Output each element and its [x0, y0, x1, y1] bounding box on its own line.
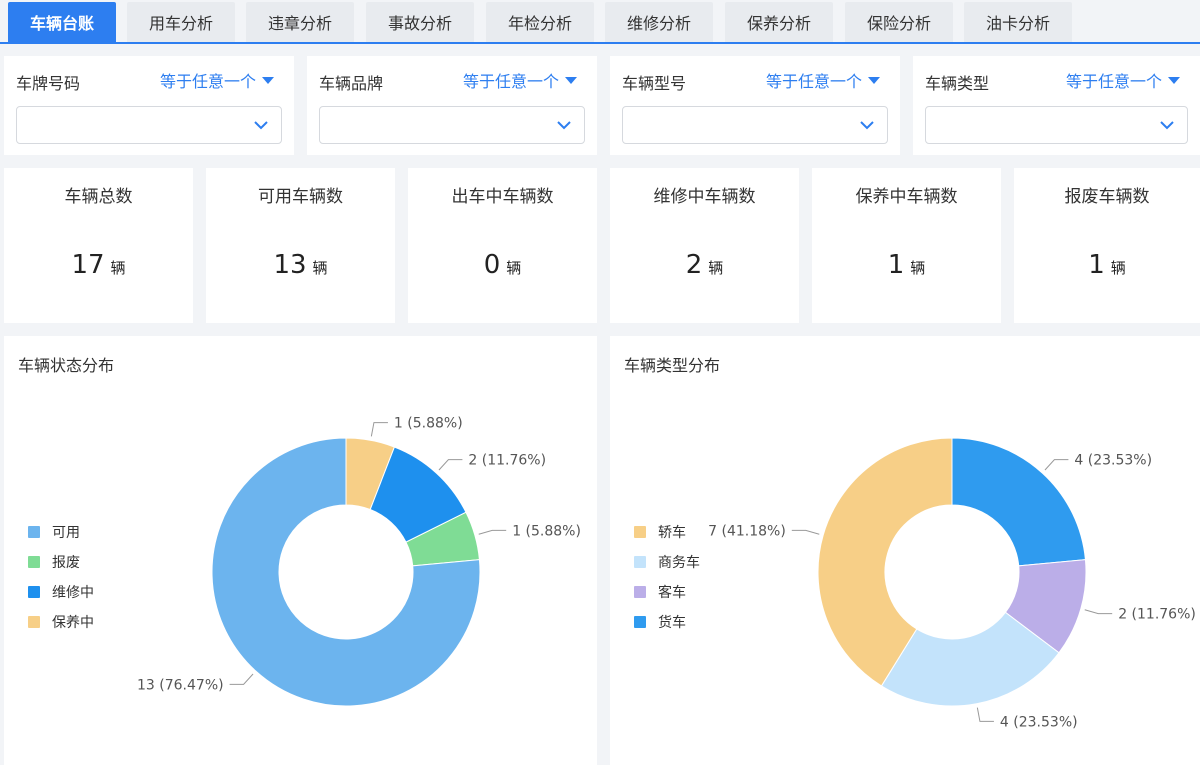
kpi-out-vehicles: 出车中车辆数 0辆: [408, 168, 597, 323]
kpi-unit: 辆: [506, 259, 522, 277]
kpi-title: 可用车辆数: [258, 187, 343, 207]
tab-usage-analysis[interactable]: 用车分析: [127, 2, 235, 42]
slice-data-label: 2 (11.76%): [1118, 607, 1196, 623]
kpi-unit: 辆: [708, 259, 724, 277]
kpi-repair-vehicles: 维修中车辆数 2辆: [610, 168, 799, 323]
slice-leader-line: [478, 529, 507, 535]
kpi-value: 13: [273, 250, 307, 280]
type-distribution-panel: 车辆类型分布 轿车 商务车 客车 货车 4 (23.53%) 2 (11.76%)…: [610, 336, 1200, 765]
slice-leader-line: [791, 529, 820, 535]
filter-label: 车辆品牌: [319, 74, 384, 93]
model-select[interactable]: [622, 106, 888, 144]
kpi-value: 2: [685, 250, 703, 280]
filter-model: 车辆型号 等于任意一个: [610, 56, 900, 155]
kpi-unit: 辆: [1110, 259, 1126, 277]
caret-down-icon: [262, 76, 274, 84]
kpi-unit: 辆: [110, 259, 126, 277]
slice-leader-line: [1084, 609, 1113, 615]
kpi-unit: 辆: [910, 259, 926, 277]
filter-operator-dropdown[interactable]: 等于任意一个: [1066, 68, 1180, 92]
type-donut-chart: 4 (23.53%) 2 (11.76%) 4 (23.53%) 7 (41.18%): [708, 437, 1196, 730]
filter-operator-label: 等于任意一个: [159, 72, 256, 91]
kpi-title: 出车中车辆数: [451, 187, 554, 207]
kpi-title: 报废车辆数: [1064, 187, 1150, 207]
filter-operator-label: 等于任意一个: [765, 72, 862, 91]
tab-maintenance-analysis[interactable]: 保养分析: [725, 2, 833, 42]
kpi-title: 车辆总数: [64, 187, 133, 207]
filter-plate-number: 车牌号码 等于任意一个: [4, 56, 294, 155]
caret-down-icon: [565, 76, 577, 84]
vehicle-type-select[interactable]: [925, 106, 1188, 144]
kpi-value: 17: [71, 250, 105, 280]
tab-inspection-analysis[interactable]: 年检分析: [486, 2, 594, 42]
kpi-title: 保养中车辆数: [855, 187, 958, 207]
slice-data-label: 2 (11.76%): [468, 453, 546, 469]
chevron-down-icon: [1160, 121, 1174, 130]
slice-data-label: 4 (23.53%): [1000, 714, 1078, 730]
slice-data-label: 13 (76.47%): [137, 677, 224, 693]
tab-accident-analysis[interactable]: 事故分析: [366, 2, 474, 42]
caret-down-icon: [868, 76, 880, 84]
filter-operator-dropdown[interactable]: 等于任意一个: [463, 68, 577, 92]
tab-fuelcard-analysis[interactable]: 油卡分析: [964, 2, 1072, 42]
brand-select[interactable]: [319, 106, 585, 144]
slice-leader-line: [976, 707, 994, 722]
kpi-value: 1: [1088, 250, 1105, 280]
chevron-down-icon: [557, 121, 571, 130]
slice-data-label: 7 (41.18%): [708, 523, 786, 539]
slice-leader-line: [438, 459, 463, 471]
filter-label: 车辆型号: [622, 74, 687, 93]
tab-bar: 车辆台账 用车分析 违章分析 事故分析 年检分析 维修分析 保养分析 保险分析 …: [0, 0, 1200, 44]
chevron-down-icon: [860, 121, 874, 130]
chevron-down-icon: [254, 121, 268, 130]
caret-down-icon: [1168, 76, 1180, 84]
kpi-maintenance-vehicles: 保养中车辆数 1辆: [812, 168, 1001, 323]
tab-vehicle-ledger[interactable]: 车辆台账: [8, 2, 116, 42]
kpi-available-vehicles: 可用车辆数 13 辆: [206, 168, 395, 323]
filter-operator-dropdown[interactable]: 等于任意一个: [160, 68, 274, 92]
slice-leader-line: [1044, 459, 1069, 471]
status-distribution-panel: 车辆状态分布 可用 报废 维修中 保养中 1 (5.88%) 2 (11.76%)…: [4, 336, 597, 765]
kpi-total-vehicles: 车辆总数 17 辆: [4, 168, 193, 323]
kpi-scrapped-vehicles: 报废车辆数 1辆: [1014, 168, 1200, 323]
tab-violation-analysis[interactable]: 违章分析: [246, 2, 354, 42]
tab-repair-analysis[interactable]: 维修分析: [605, 2, 713, 42]
kpi-value: 0: [483, 250, 501, 280]
status-donut-chart: 1 (5.88%) 2 (11.76%) 1 (5.88%) 13 (76.47%): [137, 416, 581, 707]
kpi-value: 1: [887, 250, 905, 280]
filter-operator-label: 等于任意一个: [462, 72, 559, 91]
filter-label: 车牌号码: [16, 74, 81, 93]
slice-data-label: 1 (5.88%): [512, 523, 581, 539]
kpi-unit: 辆: [312, 259, 328, 277]
filter-brand: 车辆品牌 等于任意一个: [307, 56, 597, 155]
filter-label: 车辆类型: [925, 74, 990, 93]
kpi-title: 维修中车辆数: [653, 187, 756, 207]
filter-vehicle-type: 车辆类型 等于任意一个: [913, 56, 1200, 155]
tab-insurance-analysis[interactable]: 保险分析: [845, 2, 953, 42]
filter-operator-label: 等于任意一个: [1065, 72, 1162, 91]
slice-leader-line: [370, 422, 388, 437]
slice-leader-line: [229, 673, 254, 685]
filter-operator-dropdown[interactable]: 等于任意一个: [766, 68, 880, 92]
slice-data-label: 4 (23.53%): [1074, 453, 1152, 469]
donut-slice-0[interactable]: [951, 437, 1086, 567]
plate-number-select[interactable]: [16, 106, 282, 144]
slice-data-label: 1 (5.88%): [394, 416, 463, 432]
